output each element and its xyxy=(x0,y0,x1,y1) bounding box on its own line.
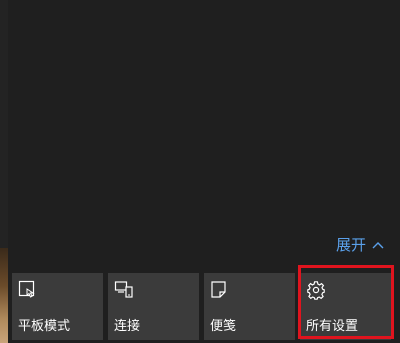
connect-icon xyxy=(114,280,134,300)
tablet-mode-label: 平板模式 xyxy=(18,319,71,334)
all-settings-tile[interactable]: 所有设置 xyxy=(300,273,391,340)
chevron-up-icon xyxy=(372,241,384,249)
note-tile[interactable]: 便笺 xyxy=(204,273,295,340)
expand-button[interactable]: 展开 xyxy=(336,234,384,255)
action-center-panel: 展开 平板模式 连接 便笺 所有设置 xyxy=(0,0,400,343)
connect-tile[interactable]: 连接 xyxy=(108,273,199,340)
desktop-edge xyxy=(0,0,8,343)
desktop-wallpaper-sliver xyxy=(0,248,8,343)
expand-label: 展开 xyxy=(335,236,366,254)
gear-icon xyxy=(306,280,326,300)
connect-label: 连接 xyxy=(114,319,141,334)
tablet-mode-icon xyxy=(18,280,38,300)
all-settings-label: 所有设置 xyxy=(306,319,359,334)
note-label: 便笺 xyxy=(210,319,237,334)
quick-actions: 平板模式 连接 便笺 所有设置 xyxy=(12,273,391,340)
tablet-mode-tile[interactable]: 平板模式 xyxy=(12,273,103,340)
note-icon xyxy=(210,280,230,300)
